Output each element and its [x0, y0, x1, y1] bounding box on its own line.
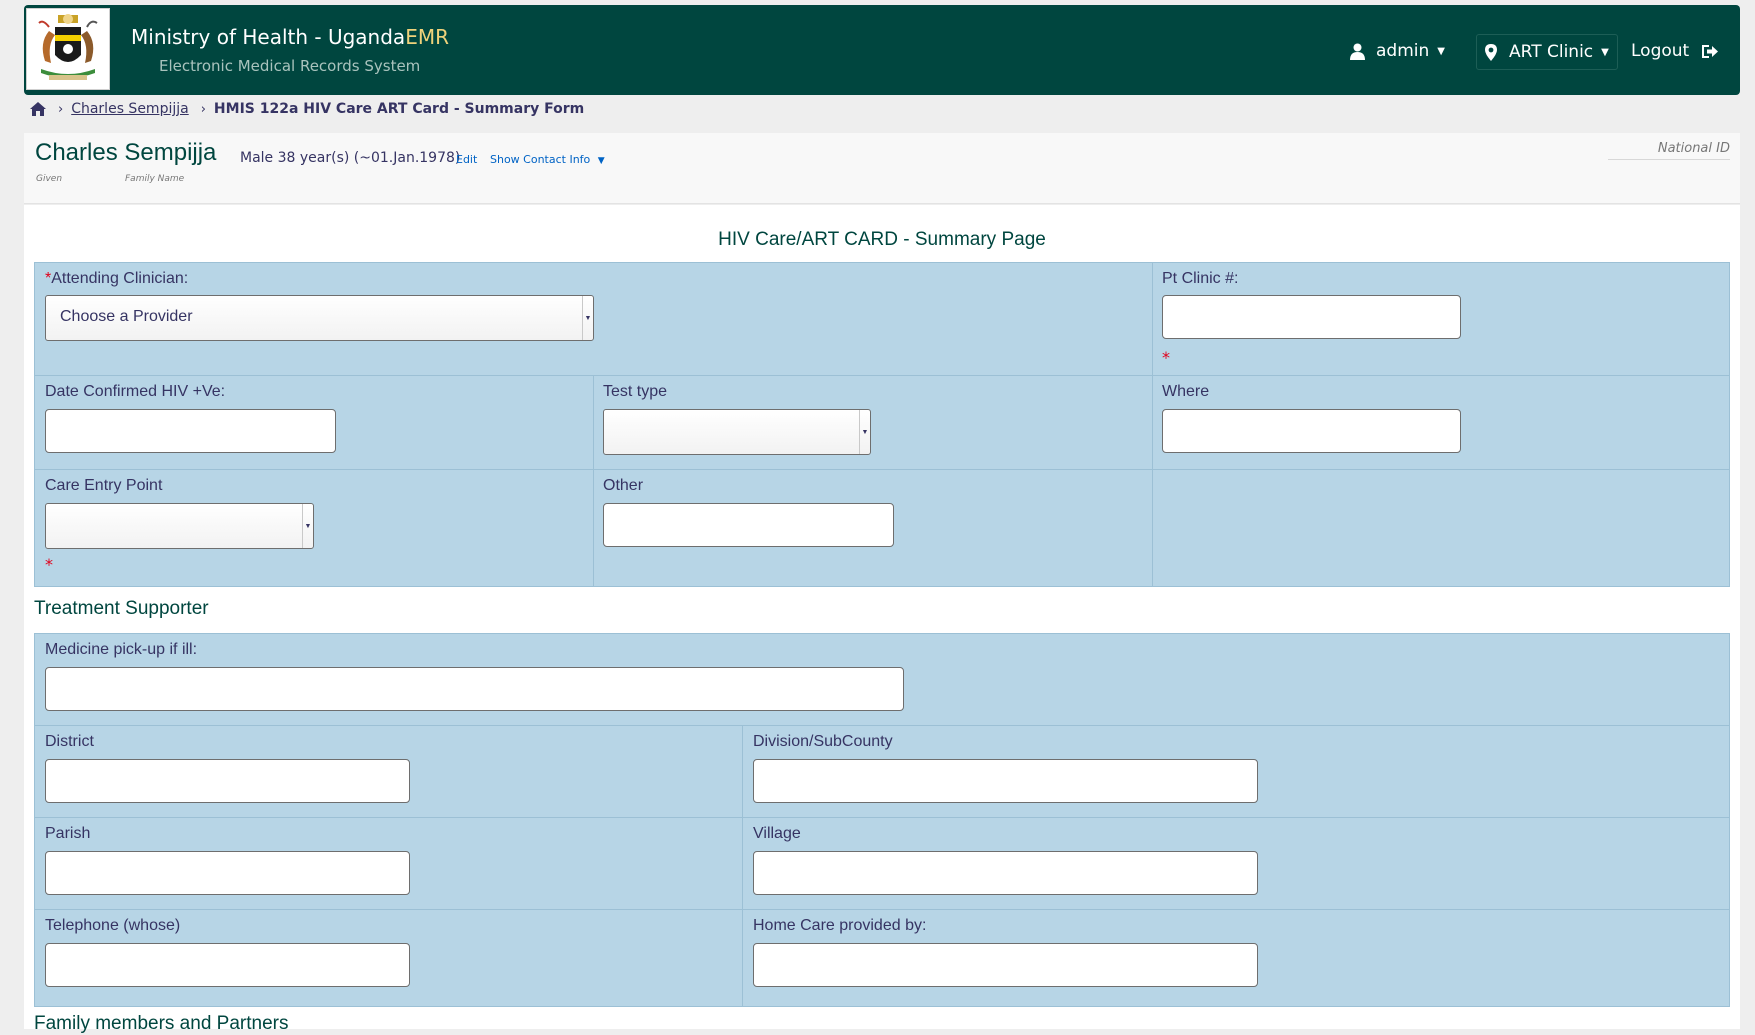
- sign-out-icon: [1702, 44, 1719, 58]
- patient-header: Charles Sempijja Given Family Name Male …: [24, 133, 1740, 204]
- column-divider: [593, 375, 594, 586]
- location-name: ART Clinic: [1509, 42, 1594, 62]
- breadcrumb: › Charles Sempijja › HMIS 122a HIV Care …: [30, 99, 584, 119]
- family-name-label: Family Name: [125, 174, 185, 184]
- user-icon: [1350, 43, 1365, 60]
- care-entry-point-label: Care Entry Point: [45, 477, 163, 494]
- location-menu[interactable]: ART Clinic ▼: [1476, 34, 1618, 70]
- treatment-supporter-panel: Medicine pick-up if ill: District Divisi…: [34, 633, 1730, 1007]
- where-input[interactable]: [1162, 409, 1461, 453]
- user-name: admin: [1376, 41, 1430, 61]
- village-label: Village: [753, 825, 801, 842]
- row-divider: [35, 469, 1729, 470]
- telephone-label: Telephone (whose): [45, 917, 181, 934]
- medicine-pickup-input[interactable]: [45, 667, 904, 711]
- breadcrumb-patient-link[interactable]: Charles Sempijja: [71, 101, 189, 117]
- map-marker-icon: [1485, 43, 1497, 61]
- row-divider: [35, 817, 1729, 818]
- form-area: HIV Care/ART CARD - Summary Page *Attend…: [24, 205, 1740, 1034]
- chevron-right-icon: ›: [58, 101, 64, 117]
- attending-clinician-value: Choose a Provider: [60, 308, 193, 325]
- parish-label: Parish: [45, 825, 91, 842]
- care-entry-point-select[interactable]: ▼: [45, 503, 314, 549]
- medicine-pickup-label: Medicine pick-up if ill:: [45, 641, 198, 658]
- app-title-accent: EMR: [405, 25, 449, 49]
- patient-name: Charles Sempijja: [35, 139, 217, 166]
- other-input[interactable]: [603, 503, 894, 547]
- column-divider: [742, 725, 743, 1006]
- district-input[interactable]: [45, 759, 410, 803]
- home-icon[interactable]: [30, 102, 46, 116]
- given-name-label: Given: [36, 174, 63, 184]
- caret-down-icon: ▼: [597, 156, 605, 166]
- date-confirmed-input[interactable]: [45, 409, 336, 453]
- breadcrumb-current: HMIS 122a HIV Care ART Card - Summary Fo…: [213, 101, 585, 117]
- family-members-heading: Family members and Partners: [34, 1013, 289, 1034]
- logout-label: Logout: [1631, 41, 1690, 61]
- uganda-coat-of-arms-logo[interactable]: [26, 8, 110, 90]
- chevron-down-icon: ▼: [1437, 45, 1445, 57]
- chevron-right-icon: ›: [200, 101, 206, 117]
- app-subtitle: Electronic Medical Records System: [159, 57, 421, 75]
- national-id-label: National ID: [1608, 141, 1730, 160]
- user-menu[interactable]: admin ▼: [1350, 41, 1445, 61]
- pt-clinic-input[interactable]: [1162, 295, 1461, 339]
- parish-input[interactable]: [45, 851, 410, 895]
- test-type-select[interactable]: ▼: [603, 409, 871, 455]
- dropdown-arrow-icon: ▼: [859, 410, 870, 454]
- show-contact-info-link[interactable]: Show Contact Info ▼: [490, 153, 605, 166]
- pt-clinic-label: Pt Clinic #:: [1162, 270, 1239, 287]
- row-divider: [35, 375, 1729, 376]
- division-subcounty-label: Division/SubCounty: [753, 733, 893, 750]
- pt-clinic-required-marker: *: [1162, 348, 1170, 367]
- show-contact-info-label: Show Contact Info: [490, 153, 591, 166]
- edit-patient-link[interactable]: Edit: [456, 153, 477, 166]
- row-divider: [35, 909, 1729, 910]
- summary-panel: *Attending Clinician: Choose a Provider …: [34, 262, 1730, 587]
- form-title: HIV Care/ART CARD - Summary Page: [718, 229, 1046, 250]
- dropdown-arrow-icon: ▼: [302, 504, 313, 548]
- where-label: Where: [1162, 383, 1210, 400]
- district-label: District: [45, 733, 94, 750]
- attending-clinician-select[interactable]: Choose a Provider ▼: [45, 295, 594, 341]
- logout-button[interactable]: Logout: [1631, 41, 1719, 61]
- division-subcounty-input[interactable]: [753, 759, 1258, 803]
- attending-clinician-text: Attending Clinician:: [51, 270, 189, 287]
- app-title: Ministry of Health - UgandaEMR: [131, 25, 449, 49]
- test-type-label: Test type: [603, 383, 668, 400]
- app-header: Ministry of Health - UgandaEMR Electroni…: [24, 5, 1740, 95]
- chevron-down-icon: ▼: [1601, 46, 1609, 58]
- attending-clinician-label: *Attending Clinician:: [45, 270, 188, 288]
- date-confirmed-label: Date Confirmed HIV +Ve:: [45, 383, 226, 400]
- column-divider: [1152, 263, 1153, 586]
- home-care-label: Home Care provided by:: [753, 917, 927, 934]
- app-title-main: Ministry of Health - Uganda: [131, 25, 406, 49]
- dropdown-arrow-icon: ▼: [582, 296, 593, 340]
- home-care-input[interactable]: [753, 943, 1258, 987]
- treatment-supporter-heading: Treatment Supporter: [34, 598, 209, 619]
- care-entry-required-marker: *: [45, 555, 53, 574]
- village-input[interactable]: [753, 851, 1258, 895]
- patient-demographics: Male 38 year(s) (~01.Jan.1978): [240, 150, 461, 166]
- row-divider: [35, 725, 1729, 726]
- other-label: Other: [603, 477, 644, 494]
- telephone-input[interactable]: [45, 943, 410, 987]
